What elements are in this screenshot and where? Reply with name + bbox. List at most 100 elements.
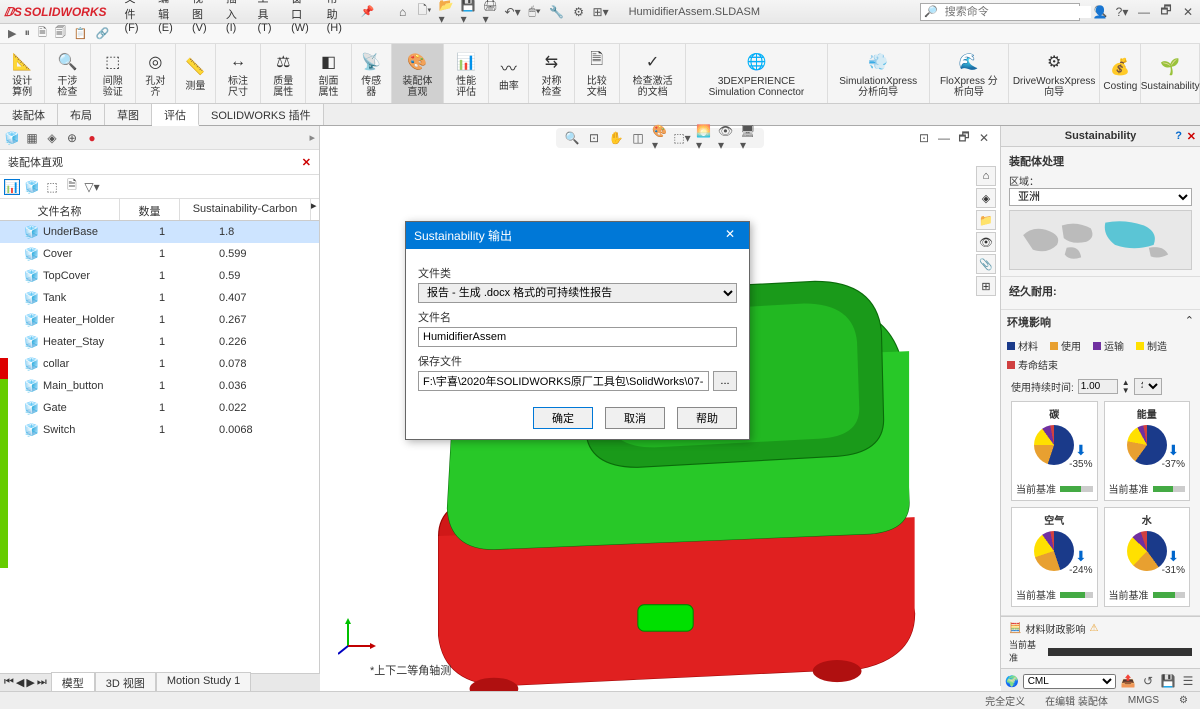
status-units[interactable]: MMGS xyxy=(1128,695,1159,706)
ribbon-检查激活的文档[interactable]: ✓检查激活的文档 xyxy=(620,44,686,103)
tree-row[interactable]: 🧊Main_button10.036 xyxy=(0,375,319,397)
vp-view-icon[interactable]: 🎨▾ xyxy=(652,130,668,146)
save-path-input[interactable] xyxy=(418,371,709,391)
region-select[interactable]: 亚洲 xyxy=(1009,188,1192,206)
menu-item[interactable]: 视图(V) xyxy=(186,0,218,36)
duration-input[interactable] xyxy=(1078,379,1118,394)
ribbon-装配体直观[interactable]: 🎨装配体直观 xyxy=(392,44,444,103)
ribbon-性能评估[interactable]: 📊性能评估 xyxy=(444,44,489,103)
close-icon[interactable]: ✕ xyxy=(1180,4,1196,20)
tree-icon-2[interactable]: ▦ xyxy=(24,130,40,146)
bt-prev-icon[interactable]: ◀ xyxy=(16,676,24,689)
bottom-tab[interactable]: 模型 xyxy=(51,672,95,693)
world-map[interactable] xyxy=(1009,210,1192,270)
ribbon-质量属性[interactable]: ⚖质量属性 xyxy=(261,44,306,103)
rp-reset-icon[interactable]: ↺ xyxy=(1140,673,1156,689)
bt-first-icon[interactable]: ⏮ xyxy=(4,676,14,689)
menu-item[interactable]: 插入(I) xyxy=(220,0,250,36)
search-input[interactable] xyxy=(941,6,1091,18)
open-icon[interactable]: 📂▾ xyxy=(439,4,455,20)
bt-next-icon[interactable]: ▶ xyxy=(26,676,34,689)
new-icon[interactable]: 🗋▾ xyxy=(417,4,433,20)
tree-icon-4[interactable]: ⊕ xyxy=(64,130,80,146)
options-icon[interactable]: ⚙ xyxy=(571,4,587,20)
ribbon-Sustainability[interactable]: 🌱Sustainability xyxy=(1141,44,1200,103)
tree-icon-5[interactable]: ● xyxy=(84,130,100,146)
menu-item[interactable]: 窗口(W) xyxy=(285,0,319,36)
filter-icon-4[interactable]: 🗎 xyxy=(64,179,80,195)
rp-close-icon[interactable]: ✕ xyxy=(1187,130,1196,143)
rp-method-select[interactable]: CML xyxy=(1023,674,1116,689)
dialog-close-icon[interactable]: ✕ xyxy=(719,227,741,244)
qb-icon-3[interactable]: 📋 xyxy=(74,27,88,40)
settings-icon[interactable]: ⊞▾ xyxy=(593,4,609,20)
qb-icon-2[interactable]: 🗐 xyxy=(55,24,66,43)
col-header-carbon[interactable]: Sustainability-Carbon xyxy=(180,199,311,220)
ribbon-SimulationXpress 分析向导[interactable]: 💨SimulationXpress 分析向导 xyxy=(828,44,930,103)
tab-SOLIDWORKS 插件[interactable]: SOLIDWORKS 插件 xyxy=(199,104,324,125)
col-scroll-icon[interactable]: ▸ xyxy=(311,199,319,220)
filter-icon-1[interactable]: 📊 xyxy=(4,179,20,195)
help-button[interactable]: 帮助 xyxy=(677,407,737,429)
menu-item[interactable]: 编辑(E) xyxy=(152,0,184,36)
print-icon[interactable]: 🖨▾ xyxy=(483,4,499,20)
menu-item[interactable]: 帮助(H) xyxy=(321,0,353,36)
side-folder-icon[interactable]: 📁 xyxy=(976,210,996,230)
duration-unit-select[interactable]: 年 xyxy=(1134,378,1162,395)
dialog-titlebar[interactable]: Sustainability 输出 ✕ xyxy=(406,222,749,249)
rp-more-icon[interactable]: ☰ xyxy=(1180,673,1196,689)
tab-草图[interactable]: 草图 xyxy=(105,104,152,125)
ok-button[interactable]: 确定 xyxy=(533,407,593,429)
col-header-name[interactable]: 文件名称 xyxy=(0,199,120,220)
tree-row[interactable]: 🧊UnderBase11.8 xyxy=(0,221,319,243)
help-dropdown-icon[interactable]: ?▾ xyxy=(1114,4,1130,20)
bt-last-icon[interactable]: ⏭ xyxy=(37,676,47,689)
ribbon-剖面属性[interactable]: ◧剖面属性 xyxy=(306,44,351,103)
tree-row[interactable]: 🧊Switch10.0068 xyxy=(0,419,319,441)
minimize-icon[interactable]: — xyxy=(1136,4,1152,20)
tree-row[interactable]: 🧊Heater_Holder10.267 xyxy=(0,309,319,331)
side-grid-icon[interactable]: ⊞ xyxy=(976,276,996,296)
ribbon-FloXpress 分析向导[interactable]: 🌊FloXpress 分析向导 xyxy=(930,44,1009,103)
duration-spinner-icon[interactable]: ▲▼ xyxy=(1122,379,1130,395)
tab-布局[interactable]: 布局 xyxy=(58,104,105,125)
ribbon-测量[interactable]: 📏测量 xyxy=(176,44,216,103)
tree-icon-3[interactable]: ◈ xyxy=(44,130,60,146)
vp-pop-icon[interactable]: ⊡ xyxy=(916,130,932,146)
restore-icon[interactable]: 🗗 xyxy=(1158,4,1174,20)
tree-row[interactable]: 🧊Tank10.407 xyxy=(0,287,319,309)
side-home-icon[interactable]: ⌂ xyxy=(976,166,996,186)
col-header-qty[interactable]: 数量 xyxy=(120,199,180,220)
qb-icon-4[interactable]: 🔗 xyxy=(96,27,110,40)
select-icon[interactable]: 🖱▾ xyxy=(527,4,543,20)
tree-row[interactable]: 🧊collar10.078 xyxy=(0,353,319,375)
ribbon-比较文档[interactable]: 🗎比较文档 xyxy=(575,44,620,103)
ribbon-曲率[interactable]: 〰曲率 xyxy=(489,44,529,103)
file-name-input[interactable] xyxy=(418,327,737,347)
rebuild-icon[interactable]: 🔧 xyxy=(549,4,565,20)
vp-max-icon[interactable]: 🗗 xyxy=(956,130,972,146)
tree-row[interactable]: 🧊Heater_Stay10.226 xyxy=(0,331,319,353)
ribbon-对称检查[interactable]: ⇆对称检查 xyxy=(529,44,574,103)
vp-close-icon[interactable]: ✕ xyxy=(976,130,992,146)
ribbon-孔对齐[interactable]: ◎孔对齐 xyxy=(136,44,176,103)
rp-export-icon[interactable]: 📤 xyxy=(1120,673,1136,689)
filter-icon-3[interactable]: ⬚ xyxy=(44,179,60,195)
user-icon[interactable]: 👤 xyxy=(1092,4,1108,20)
vp-display-icon[interactable]: ⬚▾ xyxy=(674,130,690,146)
vp-min-icon[interactable]: — xyxy=(936,130,952,146)
file-type-select[interactable]: 报告 - 生成 .docx 格式的可持续性报告 xyxy=(418,283,737,303)
side-clip-icon[interactable]: 📎 xyxy=(976,254,996,274)
vp-scene-icon[interactable]: 🌅▾ xyxy=(696,130,712,146)
ribbon-干涉检查[interactable]: 🔍干涉检查 xyxy=(45,44,90,103)
ribbon-3DEXPERIENCE Simulation Connector[interactable]: 🌐3DEXPERIENCE Simulation Connector xyxy=(686,44,827,103)
impact-expand-icon[interactable]: ⌃ xyxy=(1185,314,1194,330)
help-icon[interactable]: ? xyxy=(1175,130,1182,142)
filter-dropdown-icon[interactable]: ▽▾ xyxy=(84,179,100,195)
home-icon[interactable]: ⌂ xyxy=(395,4,411,20)
save-icon[interactable]: 💾▾ xyxy=(461,4,477,20)
menu-item[interactable]: 工具(T) xyxy=(252,0,284,36)
vp-pan-icon[interactable]: ✋ xyxy=(608,130,624,146)
vp-fit-icon[interactable]: ⊡ xyxy=(586,130,602,146)
tree-row[interactable]: 🧊Cover10.599 xyxy=(0,243,319,265)
